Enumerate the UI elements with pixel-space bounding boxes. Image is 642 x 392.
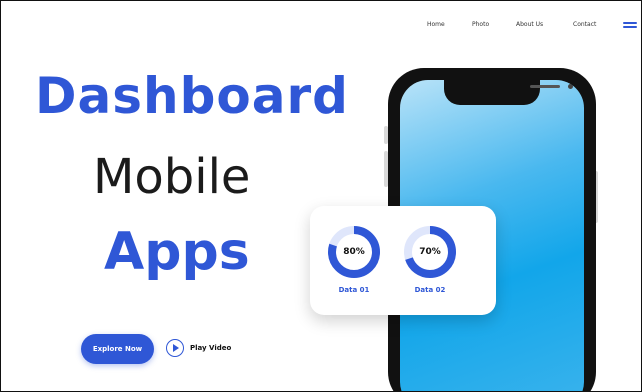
- hero-title-apps: Apps: [104, 222, 250, 282]
- explore-now-button[interactable]: Explore Now: [81, 334, 154, 364]
- data-2-label: Data 02: [414, 286, 446, 294]
- play-icon: [166, 339, 184, 357]
- data-1-label: Data 01: [338, 286, 370, 294]
- nav-photo[interactable]: Photo: [472, 21, 489, 28]
- play-video-label: Play Video: [190, 344, 232, 352]
- data-ring-1: 80% Data 01: [326, 224, 382, 294]
- landing-page: Home Photo About Us Contact Dashboard Mo…: [0, 0, 642, 392]
- hamburger-menu-icon[interactable]: [623, 22, 637, 30]
- hero-title-dashboard: Dashboard: [35, 67, 349, 125]
- data-ring-2: 70% Data 02: [402, 224, 458, 294]
- play-video-button[interactable]: Play Video: [166, 339, 231, 357]
- nav-home[interactable]: Home: [427, 21, 445, 28]
- nav-about-us[interactable]: About Us: [516, 21, 543, 28]
- data-card: 80% Data 01 70% Data 02: [310, 206, 496, 315]
- data-2-value: 70%: [419, 247, 441, 257]
- nav-contact[interactable]: Contact: [573, 21, 596, 28]
- hero-title-mobile: Mobile: [93, 149, 251, 205]
- phone-notch: [444, 80, 573, 105]
- data-1-value: 80%: [343, 247, 365, 257]
